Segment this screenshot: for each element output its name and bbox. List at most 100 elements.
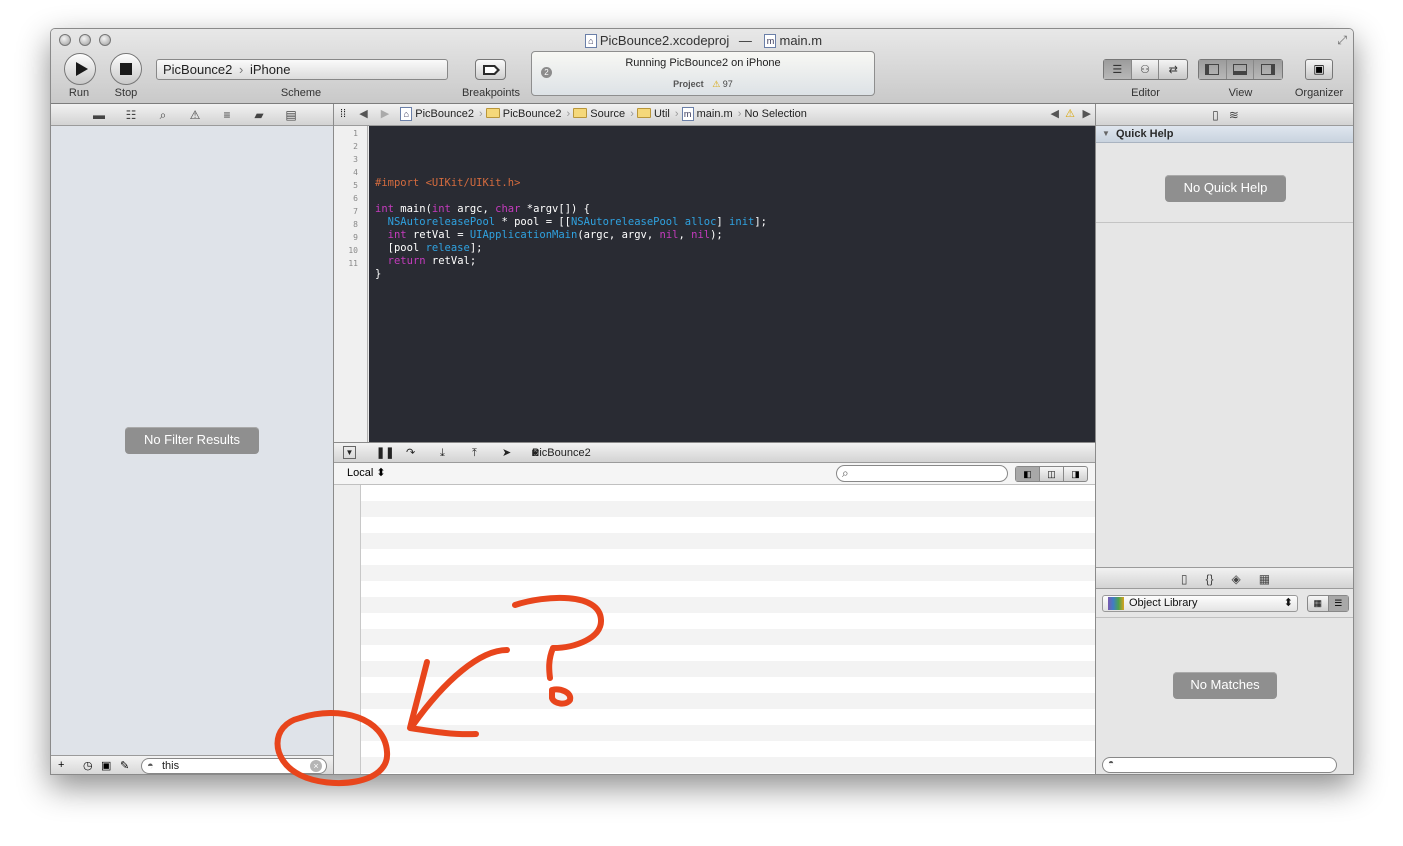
chevron-right-icon: › xyxy=(239,62,244,77)
debug-navigator-icon[interactable]: ≡ xyxy=(211,104,243,125)
m-file-icon: m xyxy=(764,33,777,48)
step-over-icon[interactable]: ↷ xyxy=(406,443,415,463)
breadcrumb-source[interactable]: Source xyxy=(573,104,625,125)
issue-navigator-icon[interactable]: ⚠ xyxy=(179,104,211,125)
standard-editor-button[interactable]: ☰ xyxy=(1104,60,1132,79)
log-navigator-icon[interactable]: ▤ xyxy=(275,104,307,125)
breadcrumb-selection[interactable]: No Selection xyxy=(744,104,806,125)
list-view-button[interactable]: ☰ xyxy=(1328,596,1348,611)
no-quick-help-label: No Quick Help xyxy=(1165,175,1286,202)
step-into-icon[interactable]: ⤓ xyxy=(440,443,445,463)
navigator-filter-bar: + ◷ ▣ ✎ ◓ this × xyxy=(51,755,333,774)
breadcrumb-util[interactable]: Util xyxy=(636,104,670,125)
file-inspector-icon[interactable]: ▯ xyxy=(1212,104,1219,125)
search-navigator-icon[interactable]: ⌕ xyxy=(147,104,179,125)
breakpoints-button[interactable] xyxy=(475,59,506,80)
library-selector[interactable]: Object Library ⬍ xyxy=(1102,595,1298,612)
folder-icon xyxy=(573,108,588,118)
window-title: ⌂ PicBounce2.xcodeproj — m main.m xyxy=(51,32,1353,48)
editor-mode-control[interactable]: ☰ ⚇ ⇄ xyxy=(1103,59,1188,80)
library-filter-input[interactable]: ◓ xyxy=(1102,757,1337,773)
quick-help-header[interactable]: ▼ Quick Help xyxy=(1096,126,1353,143)
source-control-filter-icon[interactable]: ▣ xyxy=(101,759,111,772)
utilities-area: ▯ ≋ ▼ Quick Help No Quick Help ▯ {} ◈ ▦ … xyxy=(1095,104,1353,774)
library-icon xyxy=(1108,597,1124,610)
assistant-editor-icon: ⚇ xyxy=(1140,64,1150,76)
code-lines: #import <UIKit/UIKit.h> int main(int arg… xyxy=(375,151,1095,280)
fullscreen-icon[interactable]: ⤢ xyxy=(1337,33,1347,48)
previous-issue-icon[interactable]: ◀ xyxy=(1051,104,1059,125)
location-icon[interactable]: ➤ xyxy=(502,443,511,463)
organizer-button[interactable]: ▣ xyxy=(1305,59,1333,80)
toggle-utilities-button[interactable] xyxy=(1254,60,1282,79)
filter-icon: ◓ xyxy=(147,760,154,772)
unsaved-filter-icon[interactable]: ✎ xyxy=(120,759,129,772)
breadcrumb-label: No Selection xyxy=(744,108,807,120)
line-number: 6 xyxy=(353,194,358,203)
m-file-icon: m xyxy=(681,107,694,122)
variables-bar: Local ⬍ ⌕ ◧ ◫ ◨ xyxy=(334,463,1095,485)
back-icon[interactable]: ◀ xyxy=(359,108,367,120)
activity-issues[interactable]: Project ⚠ 97 xyxy=(532,79,874,90)
chevron-right-icon: › xyxy=(737,108,742,120)
library-selected: Object Library xyxy=(1129,597,1198,609)
xcode-window: ⌂ PicBounce2.xcodeproj — m main.m ⤢ Run St… xyxy=(50,28,1354,775)
file-template-icon[interactable]: ▯ xyxy=(1181,568,1188,588)
grid-icon: ▦ xyxy=(1313,598,1322,608)
code-line: int retVal = UIApplicationMain(argc, arg… xyxy=(387,229,723,241)
clear-filter-icon[interactable]: × xyxy=(310,760,322,772)
view-control[interactable] xyxy=(1198,59,1283,80)
console-layout-control[interactable]: ◧ ◫ ◨ xyxy=(1015,466,1088,482)
next-issue-icon[interactable]: ▶ xyxy=(1083,104,1091,125)
library-view-control[interactable]: ▦ ☰ xyxy=(1307,595,1349,612)
breadcrumb-project[interactable]: ⌂ PicBounce2 xyxy=(400,104,474,125)
icon-view-button[interactable]: ▦ xyxy=(1308,596,1329,611)
activity-viewer: Running PicBounce2 on iPhone 2 Project ⚠… xyxy=(531,51,875,96)
variables-view[interactable] xyxy=(334,485,1095,774)
breakpoint-navigator-icon[interactable]: ▰ xyxy=(243,104,275,125)
scope-popup[interactable]: Local ⬍ xyxy=(347,463,386,484)
toggle-navigator-button[interactable] xyxy=(1199,60,1227,79)
source-editor[interactable]: #import <UIKit/UIKit.h> int main(int arg… xyxy=(369,126,1095,442)
disclosure-triangle-icon: ▼ xyxy=(1102,129,1110,138)
related-items-icon[interactable]: ⁞⁞ xyxy=(340,108,346,120)
version-editor-button[interactable]: ⇄ xyxy=(1159,60,1187,79)
quick-help-inspector-icon[interactable]: ≋ xyxy=(1229,104,1239,125)
split-pane-icon: ◫ xyxy=(1047,469,1056,479)
scheme-selector[interactable]: PicBounce2 › iPhone xyxy=(156,59,448,80)
code-line: #import <UIKit/UIKit.h> xyxy=(375,177,521,189)
console-search-input[interactable]: ⌕ xyxy=(836,465,1008,482)
console-only-button[interactable]: ◨ xyxy=(1064,467,1087,481)
warning-icon[interactable]: ⚠ xyxy=(1065,104,1075,125)
navigator-filter-input[interactable]: ◓ this × xyxy=(141,758,327,774)
code-line: } xyxy=(375,268,382,280)
code-snippet-icon[interactable]: {} xyxy=(1206,568,1214,588)
breadcrumb-file[interactable]: m main.m xyxy=(681,104,733,125)
line-number: 1 xyxy=(353,129,358,138)
both-panes-button[interactable]: ◫ xyxy=(1040,467,1064,481)
assistant-editor-button[interactable]: ⚇ xyxy=(1132,60,1160,79)
symbol-navigator-icon[interactable]: ☷ xyxy=(115,104,147,125)
stop-button[interactable] xyxy=(110,53,142,85)
pause-icon[interactable]: ❚❚ xyxy=(376,443,394,463)
project-file-icon: ⌂ xyxy=(584,33,597,48)
navigator-area: ▬ ☷ ⌕ ⚠ ≡ ▰ ▤ No Filter Results + ◷ ▣ ✎ … xyxy=(51,104,334,774)
folder-icon xyxy=(485,108,500,118)
add-icon[interactable]: + xyxy=(58,759,64,771)
variables-only-button[interactable]: ◧ xyxy=(1016,467,1040,481)
project-navigator-icon[interactable]: ▬ xyxy=(83,104,115,125)
left-pane-icon: ◧ xyxy=(1023,469,1032,479)
recent-files-icon[interactable]: ◷ xyxy=(83,759,93,772)
toggle-debug-area-button[interactable] xyxy=(1226,60,1255,79)
step-out-icon[interactable]: ⤒ xyxy=(472,443,477,463)
breadcrumb-group[interactable]: PicBounce2 xyxy=(485,104,561,125)
media-library-icon[interactable]: ▦ xyxy=(1259,568,1270,588)
organizer-label: Organizer xyxy=(1294,87,1344,99)
line-number: 11 xyxy=(348,259,358,268)
run-button[interactable] xyxy=(64,53,96,85)
object-library-icon[interactable]: ◈ xyxy=(1232,568,1241,588)
hide-debug-area-icon[interactable]: ▼ xyxy=(343,446,356,459)
scope-value: Local xyxy=(347,467,374,479)
forward-icon[interactable]: ▶ xyxy=(381,108,389,120)
